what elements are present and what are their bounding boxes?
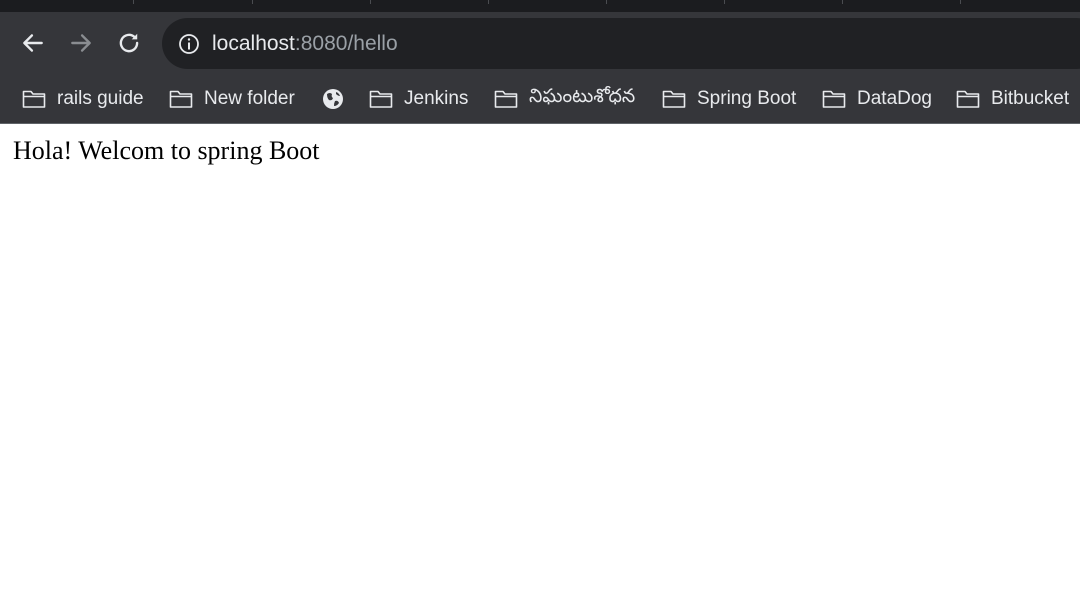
- bookmarks-bar: rails guide New folder Jenkins నిఘంటుశోధ…: [0, 75, 1080, 123]
- folder-icon: [662, 90, 686, 108]
- bookmark-label: Spring Boot: [697, 88, 797, 109]
- folder-icon: [956, 90, 980, 108]
- arrow-left-icon: [23, 34, 43, 52]
- browser-toolbar: localhost:8080/hello: [0, 12, 1080, 75]
- page-body-text: Hola! Welcom to spring Boot: [13, 136, 320, 165]
- back-button[interactable]: [19, 29, 47, 57]
- bookmark-label: Jenkins: [404, 88, 469, 109]
- url-host: localhost: [212, 32, 295, 55]
- forward-button[interactable]: [67, 29, 95, 57]
- bookmark-spring-boot[interactable]: Spring Boot: [662, 75, 796, 123]
- bookmark-datadog[interactable]: DataDog: [822, 75, 932, 123]
- tab-separator: [370, 0, 371, 4]
- tab-separator: [606, 0, 607, 4]
- address-bar[interactable]: localhost:8080/hello: [162, 18, 1080, 69]
- tab-separator: [724, 0, 725, 4]
- url-text[interactable]: localhost:8080/hello: [212, 18, 398, 69]
- browser-window: localhost:8080/hello rails guide New fol…: [0, 0, 1080, 590]
- page-content: Hola! Welcom to spring Boot: [0, 124, 1080, 590]
- tab-separator: [252, 0, 253, 4]
- arrow-right-icon: [71, 34, 91, 52]
- reload-icon: [119, 33, 139, 53]
- tab-separator: [960, 0, 961, 4]
- bookmark-new-folder[interactable]: New folder: [169, 75, 295, 123]
- bookmark-bitbucket[interactable]: Bitbucket: [956, 75, 1069, 123]
- reload-button[interactable]: [115, 29, 143, 57]
- tab-strip: [0, 0, 1080, 12]
- bookmark-label: rails guide: [57, 88, 144, 109]
- bookmark-label: DataDog: [857, 88, 932, 109]
- folder-icon: [169, 90, 193, 108]
- bookmark-label: Bitbucket: [991, 88, 1070, 109]
- globe-icon: [323, 89, 343, 109]
- tab-separator: [842, 0, 843, 4]
- bookmark-label: New folder: [204, 88, 295, 109]
- bookmark-jenkins[interactable]: Jenkins: [369, 75, 468, 123]
- tab-separator: [488, 0, 489, 4]
- bookmark-label: నిఘంటుశోధన: [529, 86, 636, 107]
- folder-icon: [822, 90, 846, 108]
- tab-separator: [133, 0, 134, 4]
- bookmark-globe[interactable]: [322, 75, 355, 123]
- info-icon[interactable]: [178, 33, 200, 55]
- folder-icon: [22, 90, 46, 108]
- folder-icon: [494, 90, 518, 108]
- bookmark-telugu-dictionary[interactable]: నిఘంటుశోధన: [494, 75, 635, 123]
- bookmark-rails-guide[interactable]: rails guide: [22, 75, 144, 123]
- folder-icon: [369, 90, 393, 108]
- url-port-path: :8080/hello: [294, 32, 398, 55]
